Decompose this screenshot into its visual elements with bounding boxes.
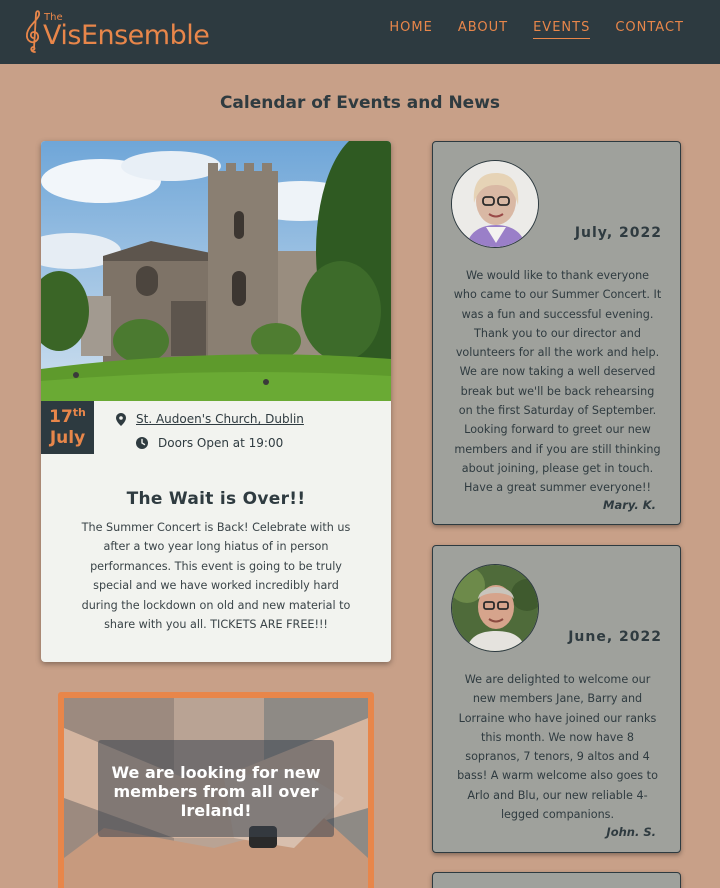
news-signature: Mary. K. bbox=[603, 498, 656, 512]
main-nav: HOME ABOUT EVENTS CONTACT bbox=[389, 20, 684, 39]
event-time: Doors Open at 19:00 bbox=[136, 436, 283, 450]
event-day: 17 bbox=[49, 407, 73, 427]
nav-home[interactable]: HOME bbox=[389, 20, 432, 39]
nav-about[interactable]: ABOUT bbox=[458, 20, 508, 39]
logo-name: VisEnsemble bbox=[43, 20, 210, 51]
event-venue: St. Audoen's Church, Dublin bbox=[116, 412, 304, 426]
avatar-woman-photo bbox=[452, 161, 538, 247]
news-card: July, 2022 We would like to thank everyo… bbox=[432, 141, 681, 525]
event-day-suffix: th bbox=[72, 406, 86, 419]
event-title: The Wait is Over!! bbox=[126, 489, 306, 509]
event-date-badge: 17th July bbox=[41, 401, 94, 454]
nav-contact[interactable]: CONTACT bbox=[615, 20, 684, 39]
news-body: We are delighted to welcome our new memb… bbox=[457, 673, 658, 822]
recruit-text: We are looking for new members from all … bbox=[111, 763, 321, 820]
recruit-banner[interactable]: We are looking for new members from all … bbox=[58, 692, 374, 888]
event-month: July bbox=[49, 428, 86, 448]
news-card bbox=[432, 872, 681, 888]
news-date: July, 2022 bbox=[574, 225, 662, 241]
site-logo[interactable]: The VisEnsemble bbox=[22, 8, 210, 54]
news-body: We would like to thank everyone who came… bbox=[453, 269, 662, 495]
page-title: Calendar of Events and News bbox=[219, 93, 501, 113]
event-description: The Summer Concert is Back! Celebrate wi… bbox=[81, 521, 351, 632]
news-signature: John. S. bbox=[606, 825, 656, 839]
event-card: 17th July St. Audoen's Church, Dublin Do… bbox=[41, 141, 391, 662]
avatar-man-photo bbox=[452, 565, 538, 651]
event-time-text: Doors Open at 19:00 bbox=[158, 436, 284, 450]
avatar bbox=[451, 564, 539, 652]
church-photo bbox=[41, 141, 391, 401]
news-date: June, 2022 bbox=[568, 629, 662, 645]
news-card: June, 2022 We are delighted to welcome o… bbox=[432, 545, 681, 853]
navbar: The VisEnsemble HOME ABOUT EVENTS CONTAC… bbox=[0, 0, 720, 64]
avatar bbox=[451, 160, 539, 248]
location-pin-icon bbox=[116, 412, 126, 426]
venue-link[interactable]: St. Audoen's Church, Dublin bbox=[136, 412, 304, 426]
clock-icon bbox=[136, 437, 148, 449]
nav-events[interactable]: EVENTS bbox=[533, 20, 591, 39]
